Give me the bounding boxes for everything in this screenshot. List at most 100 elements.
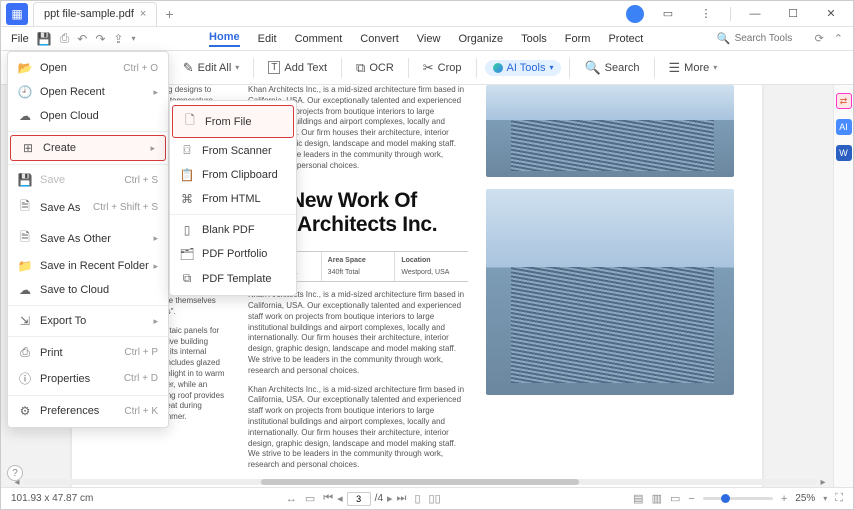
new-tab-button[interactable]: +: [165, 6, 173, 22]
submenu-from-clipboard[interactable]: 📋From Clipboard: [170, 163, 296, 187]
page-navigator: ⏮ ◂ /4 ▸ ⏭: [323, 492, 406, 506]
two-page-icon[interactable]: ▯▯: [429, 492, 441, 505]
ai-icon: [493, 63, 503, 73]
zoom-slider[interactable]: [703, 497, 773, 500]
user-avatar[interactable]: [626, 5, 644, 23]
zoom-value[interactable]: 25%: [795, 493, 815, 504]
print-quick-icon[interactable]: ⎙: [60, 31, 70, 46]
add-text-button[interactable]: TAdd Text: [262, 58, 333, 77]
undo-quick-icon[interactable]: ↶: [77, 32, 87, 46]
layout-icon[interactable]: ▥: [652, 492, 662, 505]
side-word-icon[interactable]: W: [836, 145, 852, 161]
file-menu-dropdown: 📂OpenCtrl + O 🕘Open Recent▸ ☁Open Cloud …: [7, 51, 169, 428]
menu-export-to[interactable]: ⇲Export To▸: [8, 309, 168, 333]
submenu-pdf-portfolio[interactable]: 🗂PDF Portfolio: [170, 242, 296, 266]
last-page-icon[interactable]: ⏭: [397, 492, 407, 505]
menu-properties[interactable]: ⓘPropertiesCtrl + D: [8, 365, 168, 392]
print-icon: ⎙: [18, 345, 32, 360]
redo-quick-icon[interactable]: ↷: [95, 32, 105, 46]
overflow-icon[interactable]: ⋮: [692, 3, 720, 25]
statusbar: 101.93 x 47.87 cm ↔ ▭ ⏮ ◂ /4 ▸ ⏭ ▯ ▯▯ ▤ …: [1, 487, 853, 509]
zoom-out-icon[interactable]: −: [688, 493, 694, 505]
text-icon: T: [268, 61, 280, 74]
cloud-sync-icon[interactable]: ⟳: [815, 32, 824, 45]
scrollbar-horizontal[interactable]: ◂ ▸: [11, 477, 829, 487]
ai-tools-button[interactable]: AI Tools▾: [485, 60, 562, 76]
edit-all-button[interactable]: ✎Edit All▾: [177, 57, 246, 79]
blank-page-icon: ▯: [180, 223, 194, 237]
menu-save-recent-folder[interactable]: 📁Save in Recent Folder▸: [8, 254, 168, 278]
search-tools-input[interactable]: [735, 33, 805, 44]
submenu-from-file[interactable]: 🗋From File: [172, 105, 294, 138]
template-icon: ⧉: [180, 271, 194, 286]
next-page-icon[interactable]: ▸: [387, 492, 393, 505]
menu-save-cloud[interactable]: ☁Save to Cloud: [8, 278, 168, 302]
document-tab[interactable]: ppt file-sample.pdf ×: [33, 2, 157, 26]
panel-toggle-icon[interactable]: ▭: [654, 3, 682, 25]
maximize-button[interactable]: ☐: [779, 3, 807, 25]
crop-button[interactable]: ✂Crop: [417, 57, 468, 79]
menu-create[interactable]: ⊞Create▸: [10, 135, 166, 161]
menu-print[interactable]: ⎙PrintCtrl + P: [8, 340, 168, 365]
tab-protect[interactable]: Protect: [608, 33, 643, 45]
tab-convert[interactable]: Convert: [360, 33, 399, 45]
info-icon: ⓘ: [18, 370, 32, 387]
share-quick-icon[interactable]: ⇪: [113, 32, 123, 46]
tab-edit[interactable]: Edit: [258, 33, 277, 45]
building-image-tall: [486, 189, 734, 395]
tab-comment[interactable]: Comment: [295, 33, 343, 45]
tab-home[interactable]: Home: [209, 31, 240, 47]
ocr-button[interactable]: ⧉OCR: [350, 57, 400, 79]
menu-open-cloud[interactable]: ☁Open Cloud: [8, 104, 168, 128]
save-quick-icon[interactable]: 💾: [37, 32, 52, 46]
help-icon[interactable]: ?: [7, 465, 23, 481]
app-icon: ▦: [6, 3, 28, 25]
page-number-input[interactable]: [347, 492, 371, 506]
cloud-icon: ☁: [18, 109, 32, 123]
tab-view[interactable]: View: [417, 33, 441, 45]
submenu-blank-pdf[interactable]: ▯Blank PDF: [170, 218, 296, 242]
more-button[interactable]: ☰More▾: [663, 57, 724, 79]
first-page-icon[interactable]: ⏮: [323, 492, 333, 505]
page-total: /4: [375, 493, 383, 504]
submenu-pdf-template[interactable]: ⧉PDF Template: [170, 266, 296, 291]
menu-save-as-other[interactable]: 🗎Save As Other▸: [8, 223, 168, 254]
side-ai-icon[interactable]: AI: [836, 119, 852, 135]
submenu-from-scanner[interactable]: ⌼From Scanner: [170, 138, 296, 163]
folder-icon: 📁: [18, 259, 32, 273]
collapse-ribbon-icon[interactable]: ⌃: [834, 32, 843, 45]
search-button[interactable]: 🔍Search: [578, 57, 645, 79]
clipboard-icon: 📋: [180, 168, 194, 182]
menu-open-recent[interactable]: 🕘Open Recent▸: [8, 80, 168, 104]
tab-form[interactable]: Form: [565, 33, 591, 45]
html-icon: ⌘: [180, 192, 194, 206]
read-mode-icon[interactable]: ▤: [633, 492, 643, 505]
fullscreen-icon[interactable]: ⛶: [835, 492, 843, 505]
scroll-right-icon[interactable]: ▸: [817, 477, 829, 488]
single-page-icon[interactable]: ▯: [414, 492, 420, 505]
clock-icon: 🕘: [18, 85, 32, 99]
page-dimensions: 101.93 x 47.87 cm: [11, 493, 93, 504]
scroll-thumb[interactable]: [261, 479, 579, 485]
save-as-icon: 🗎: [18, 197, 32, 218]
tab-tools[interactable]: Tools: [521, 33, 547, 45]
fit-width-icon[interactable]: ↔: [286, 493, 297, 505]
menu-preferences[interactable]: ⚙PreferencesCtrl + K: [8, 399, 168, 423]
gear-icon: ⚙: [18, 404, 32, 418]
menu-save: 💾SaveCtrl + S: [8, 168, 168, 192]
create-submenu: 🗋From File ⌼From Scanner 📋From Clipboard…: [169, 100, 297, 296]
presentation-icon[interactable]: ▭: [670, 492, 680, 505]
menu-open[interactable]: 📂OpenCtrl + O: [8, 56, 168, 80]
zoom-in-icon[interactable]: +: [781, 493, 787, 505]
menu-save-as[interactable]: 🗎Save AsCtrl + Shift + S: [8, 192, 168, 223]
close-tab-icon[interactable]: ×: [140, 8, 146, 20]
side-pdf-icon[interactable]: ⇄: [836, 93, 852, 109]
tab-organize[interactable]: Organize: [458, 33, 503, 45]
submenu-from-html[interactable]: ⌘From HTML: [170, 187, 296, 211]
portfolio-icon: 🗂: [180, 247, 194, 261]
fit-page-icon[interactable]: ▭: [305, 492, 315, 505]
minimize-button[interactable]: —: [741, 3, 769, 25]
prev-page-icon[interactable]: ◂: [337, 492, 343, 505]
file-menu-button[interactable]: File: [11, 33, 29, 45]
close-window-button[interactable]: ✕: [817, 3, 845, 25]
